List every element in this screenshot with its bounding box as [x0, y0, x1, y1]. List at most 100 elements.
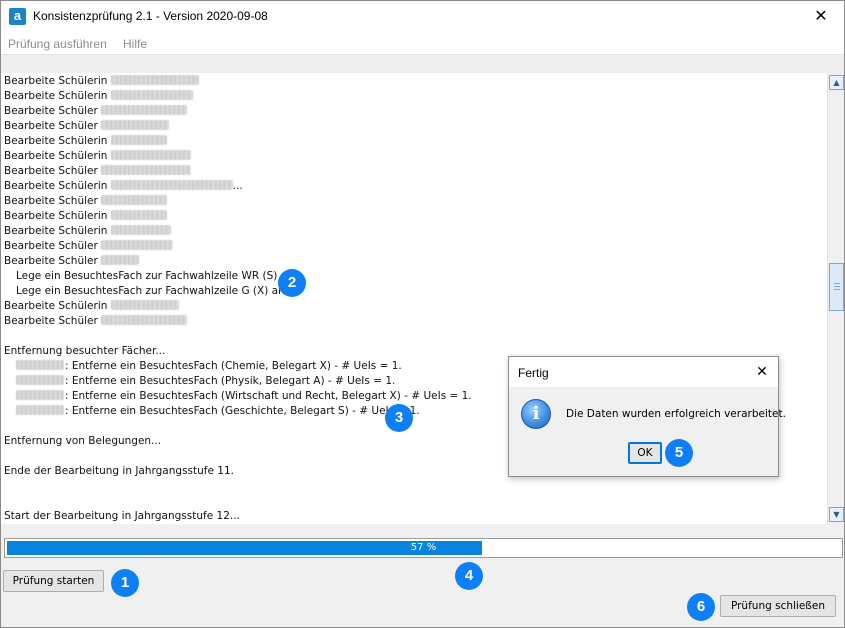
log-line: Entfernung besuchter Fächer... — [4, 344, 165, 359]
redacted-name — [101, 315, 188, 325]
log-line: Bearbeite Schüler — [4, 254, 140, 269]
dialog-title-bar: Fertig ✕ — [509, 357, 778, 387]
log-line-text: : Entferne ein BesuchtesFach (Wirtschaft… — [65, 390, 472, 402]
dialog-message: Die Daten wurden erfolgreich verarbeitet… — [566, 408, 786, 420]
redacted-name — [110, 90, 193, 100]
log-line: Bearbeite Schülerin ... — [4, 179, 243, 194]
log-line: : Entferne ein BesuchtesFach (Geschichte… — [16, 404, 420, 419]
log-line-text: Lege ein BesuchtesFach zur Fachwahlzeile… — [16, 285, 289, 297]
window-title: Konsistenzprüfung 2.1 - Version 2020-09-… — [33, 9, 268, 23]
log-line-text: Bearbeite Schülerin — [4, 90, 111, 102]
log-line-text: Bearbeite Schülerin — [4, 225, 111, 237]
log-line: Start der Bearbeitung in Jahrgangsstufe … — [4, 509, 240, 524]
log-line: Bearbeite Schülerin — [4, 89, 193, 104]
scroll-thumb[interactable] — [829, 263, 844, 311]
redacted-name — [110, 150, 191, 160]
log-scrollbar[interactable]: ▲ ▼ — [827, 73, 844, 524]
log-line-text: Bearbeite Schülerin — [4, 150, 111, 162]
dialog-title: Fertig — [518, 366, 549, 380]
callout-badge-2: 2 — [278, 269, 306, 297]
log-line-text: Bearbeite Schülerin — [4, 300, 111, 312]
progress-bar: 57 % — [4, 538, 843, 558]
log-line-text: Bearbeite Schüler — [4, 255, 102, 267]
close-check-button[interactable]: Prüfung schließen — [720, 595, 836, 617]
log-line: Bearbeite Schülerin — [4, 149, 191, 164]
redacted-name — [101, 255, 140, 265]
log-line-text: Ende der Bearbeitung in Jahrgangsstufe 1… — [4, 465, 234, 477]
log-line: Entfernung von Belegungen... — [4, 434, 161, 449]
dialog-ok-button[interactable]: OK — [628, 442, 662, 464]
redacted-name — [16, 405, 64, 415]
log-line-text: Bearbeite Schüler — [4, 165, 102, 177]
redacted-name — [16, 360, 64, 370]
progress-label: 57 % — [410, 542, 437, 553]
info-icon: i — [521, 399, 551, 429]
menu-pruefung-ausfuehren[interactable]: Prüfung ausführen — [8, 37, 107, 51]
log-line: Bearbeite Schülerin — [4, 74, 199, 89]
log-line: : Entferne ein BesuchtesFach (Wirtschaft… — [16, 389, 472, 404]
log-line-text: Bearbeite Schülerin — [4, 135, 111, 147]
log-line-text: Bearbeite Schülerin — [4, 210, 111, 222]
log-line: : Entferne ein BesuchtesFach (Chemie, Be… — [16, 359, 402, 374]
log-line-text: Bearbeite Schüler — [4, 315, 102, 327]
log-line: Bearbeite Schülerin — [4, 224, 171, 239]
log-line: Bearbeite Schülerin — [4, 134, 167, 149]
log-line-text: Entfernung besuchter Fächer... — [4, 345, 166, 357]
redacted-name — [101, 165, 192, 175]
redacted-name — [110, 135, 167, 145]
log-line-text: : Entferne ein BesuchtesFach (Chemie, Be… — [65, 360, 402, 372]
title-bar: a Konsistenzprüfung 2.1 - Version 2020-0… — [1, 1, 844, 31]
dialog-close-button[interactable]: ✕ — [752, 362, 772, 382]
log-line: Ende der Bearbeitung in Jahrgangsstufe 1… — [4, 464, 234, 479]
log-line-suffix: ... — [232, 180, 243, 192]
callout-badge-3: 3 — [385, 404, 413, 432]
callout-badge-5: 5 — [665, 439, 693, 467]
callout-badge-4: 4 — [455, 562, 483, 590]
log-line: Bearbeite Schülerin — [4, 209, 167, 224]
menu-hilfe[interactable]: Hilfe — [123, 37, 147, 51]
scroll-down-button[interactable]: ▼ — [829, 507, 844, 522]
redacted-name — [110, 225, 171, 235]
callout-badge-1: 1 — [111, 569, 139, 597]
log-line-text: Bearbeite Schüler — [4, 195, 102, 207]
log-line-text: Entfernung von Belegungen... — [4, 435, 162, 447]
log-line: Lege ein BesuchtesFach zur Fachwahlzeile… — [16, 269, 297, 284]
finished-dialog: Fertig ✕ i Die Daten wurden erfolgreich … — [508, 356, 786, 477]
log-line: Bearbeite Schüler — [4, 239, 174, 254]
log-line: : Entferne ein BesuchtesFach (Physik, Be… — [16, 374, 395, 389]
redacted-name — [101, 120, 170, 130]
log-line-text: Lege ein BesuchtesFach zur Fachwahlzeile… — [16, 270, 298, 282]
log-line: Bearbeite Schüler — [4, 104, 188, 119]
callout-badge-6: 6 — [687, 593, 715, 621]
window-close-button[interactable]: ✕ — [798, 1, 844, 31]
log-line: Bearbeite Schüler — [4, 194, 168, 209]
app-icon: a — [9, 8, 26, 25]
log-line: Lege ein BesuchtesFach zur Fachwahlzeile… — [16, 284, 288, 299]
log-line: Bearbeite Schülerin — [4, 299, 179, 314]
log-line-text: Bearbeite Schülerin — [4, 75, 111, 87]
scroll-up-button[interactable]: ▲ — [829, 75, 844, 90]
redacted-name — [101, 105, 188, 115]
log-line-text: Bearbeite Schüler — [4, 105, 102, 117]
redacted-name — [101, 195, 168, 205]
redacted-name — [110, 75, 199, 85]
toolbar-strip — [1, 56, 844, 73]
redacted-name — [16, 375, 64, 385]
main-window: a Konsistenzprüfung 2.1 - Version 2020-0… — [0, 0, 845, 628]
log-line-text: : Entferne ein BesuchtesFach (Geschichte… — [65, 405, 420, 417]
log-line-text: Bearbeite Schüler — [4, 120, 102, 132]
redacted-name — [110, 180, 233, 190]
log-line-text: Start der Bearbeitung in Jahrgangsstufe … — [4, 510, 240, 522]
menu-bar: Prüfung ausführen Hilfe — [1, 31, 844, 55]
redacted-name — [101, 240, 174, 250]
redacted-name — [16, 390, 64, 400]
log-line-text: : Entferne ein BesuchtesFach (Physik, Be… — [65, 375, 396, 387]
log-line-text: Bearbeite Schüler — [4, 240, 102, 252]
log-line-text: Bearbeite Schülerin — [4, 180, 111, 192]
redacted-name — [110, 210, 167, 220]
log-line: Bearbeite Schüler — [4, 119, 170, 134]
redacted-name — [110, 300, 179, 310]
log-line: Bearbeite Schüler — [4, 164, 192, 179]
log-line: Bearbeite Schüler — [4, 314, 188, 329]
start-check-button[interactable]: Prüfung starten — [3, 570, 104, 592]
